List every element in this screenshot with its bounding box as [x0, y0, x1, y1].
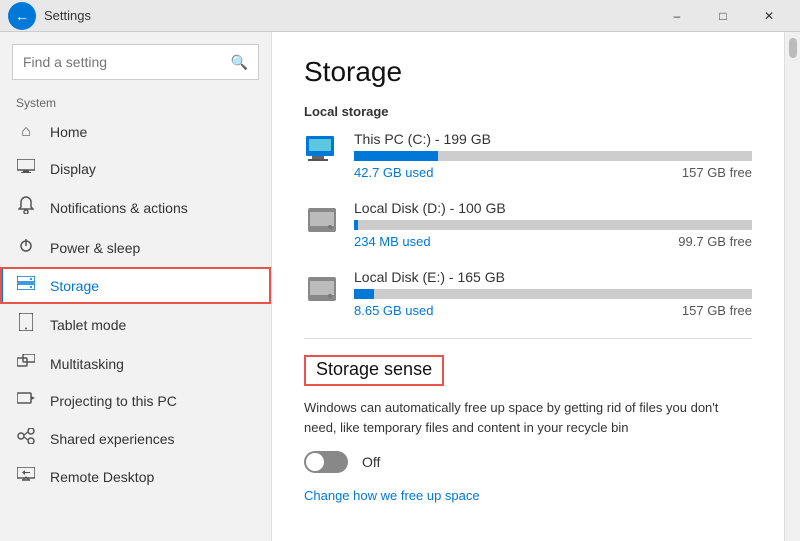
drive-c-name: This PC (C:) - 199 GB	[354, 131, 752, 147]
minimize-button[interactable]: –	[654, 0, 700, 32]
sense-title: Storage sense	[316, 359, 432, 379]
notifications-icon	[16, 196, 36, 219]
sidebar-item-display-label: Display	[50, 161, 96, 177]
power-icon	[16, 237, 36, 258]
drive-d-bar	[354, 220, 752, 230]
change-link[interactable]: Change how we free up space	[304, 488, 480, 503]
search-icon: 🔍	[231, 54, 248, 71]
content-area: Storage Local storage This PC (C:) - 199…	[272, 32, 784, 541]
titlebar: ← Settings – □ ✕	[0, 0, 800, 32]
drive-e-name: Local Disk (E:) - 165 GB	[354, 269, 752, 285]
drive-e-bar	[354, 289, 752, 299]
local-storage-label: Local storage	[304, 104, 752, 119]
scrollbar[interactable]	[784, 32, 800, 541]
drive-e[interactable]: Local Disk (E:) - 165 GB 8.65 GB used 15…	[304, 269, 752, 318]
sense-description: Windows can automatically free up space …	[304, 398, 752, 437]
sidebar-item-shared-label: Shared experiences	[50, 431, 175, 447]
drive-e-info: Local Disk (E:) - 165 GB 8.65 GB used 15…	[354, 269, 752, 318]
toggle-knob	[306, 453, 324, 471]
storage-icon	[16, 276, 36, 295]
storage-sense-toggle[interactable]	[304, 451, 348, 473]
divider	[304, 338, 752, 339]
display-icon	[16, 159, 36, 178]
drive-e-bar-fill	[354, 289, 374, 299]
home-icon: ⌂	[16, 123, 36, 141]
drive-e-icon	[304, 271, 340, 307]
remote-icon	[16, 467, 36, 486]
tablet-icon	[16, 313, 36, 336]
drive-e-free: 157 GB free	[682, 303, 752, 318]
sidebar-item-remote[interactable]: Remote Desktop	[0, 458, 271, 495]
scrollbar-thumb[interactable]	[789, 38, 797, 58]
drive-c-meta: 42.7 GB used 157 GB free	[354, 165, 752, 180]
sidebar-item-home[interactable]: ⌂ Home	[0, 114, 271, 150]
drive-c-info: This PC (C:) - 199 GB 42.7 GB used 157 G…	[354, 131, 752, 180]
back-icon: ←	[15, 8, 29, 24]
sidebar: 🔍 System ⌂ Home Display Notifications & …	[0, 32, 272, 541]
drive-d[interactable]: Local Disk (D:) - 100 GB 234 MB used 99.…	[304, 200, 752, 249]
maximize-button[interactable]: □	[700, 0, 746, 32]
sidebar-item-power[interactable]: Power & sleep	[0, 228, 271, 267]
main-layout: 🔍 System ⌂ Home Display Notifications & …	[0, 32, 800, 541]
back-button[interactable]: ←	[8, 2, 36, 30]
window-title: Settings	[44, 8, 91, 23]
multitasking-icon	[16, 354, 36, 373]
drive-d-used: 234 MB used	[354, 234, 431, 249]
titlebar-left: ← Settings	[8, 2, 91, 30]
sidebar-item-storage-label: Storage	[50, 278, 99, 294]
storage-sense-header: Storage sense	[304, 355, 444, 386]
drive-d-bar-fill	[354, 220, 358, 230]
toggle-row: Off	[304, 451, 752, 473]
close-button[interactable]: ✕	[746, 0, 792, 32]
sidebar-item-notifications-label: Notifications & actions	[50, 200, 188, 216]
search-input[interactable]	[23, 54, 223, 70]
sidebar-item-notifications[interactable]: Notifications & actions	[0, 187, 271, 228]
search-box[interactable]: 🔍	[12, 44, 259, 80]
sidebar-item-projecting[interactable]: Projecting to this PC	[0, 382, 271, 419]
drive-d-icon	[304, 202, 340, 238]
drive-e-meta: 8.65 GB used 157 GB free	[354, 303, 752, 318]
drive-e-used: 8.65 GB used	[354, 303, 434, 318]
sidebar-item-tablet-label: Tablet mode	[50, 317, 126, 333]
drive-d-name: Local Disk (D:) - 100 GB	[354, 200, 752, 216]
window-controls: – □ ✕	[654, 0, 792, 32]
sidebar-item-home-label: Home	[50, 124, 87, 140]
drive-c-bar	[354, 151, 752, 161]
toggle-label: Off	[362, 454, 380, 470]
sidebar-item-projecting-label: Projecting to this PC	[50, 393, 177, 409]
sidebar-item-remote-label: Remote Desktop	[50, 469, 154, 485]
drive-c[interactable]: This PC (C:) - 199 GB 42.7 GB used 157 G…	[304, 131, 752, 180]
section-label: System	[0, 88, 271, 114]
sidebar-item-multitasking-label: Multitasking	[50, 356, 124, 372]
drive-c-used: 42.7 GB used	[354, 165, 434, 180]
sidebar-item-power-label: Power & sleep	[50, 240, 140, 256]
page-title: Storage	[304, 56, 752, 88]
sidebar-item-tablet[interactable]: Tablet mode	[0, 304, 271, 345]
drive-c-icon	[304, 133, 340, 169]
drive-c-bar-fill	[354, 151, 438, 161]
drive-d-free: 99.7 GB free	[678, 234, 752, 249]
sidebar-item-shared[interactable]: Shared experiences	[0, 419, 271, 458]
shared-icon	[16, 428, 36, 449]
drive-c-free: 157 GB free	[682, 165, 752, 180]
sidebar-item-display[interactable]: Display	[0, 150, 271, 187]
projecting-icon	[16, 391, 36, 410]
drive-d-meta: 234 MB used 99.7 GB free	[354, 234, 752, 249]
sidebar-item-multitasking[interactable]: Multitasking	[0, 345, 271, 382]
sidebar-item-storage[interactable]: Storage	[0, 267, 271, 304]
drive-d-info: Local Disk (D:) - 100 GB 234 MB used 99.…	[354, 200, 752, 249]
